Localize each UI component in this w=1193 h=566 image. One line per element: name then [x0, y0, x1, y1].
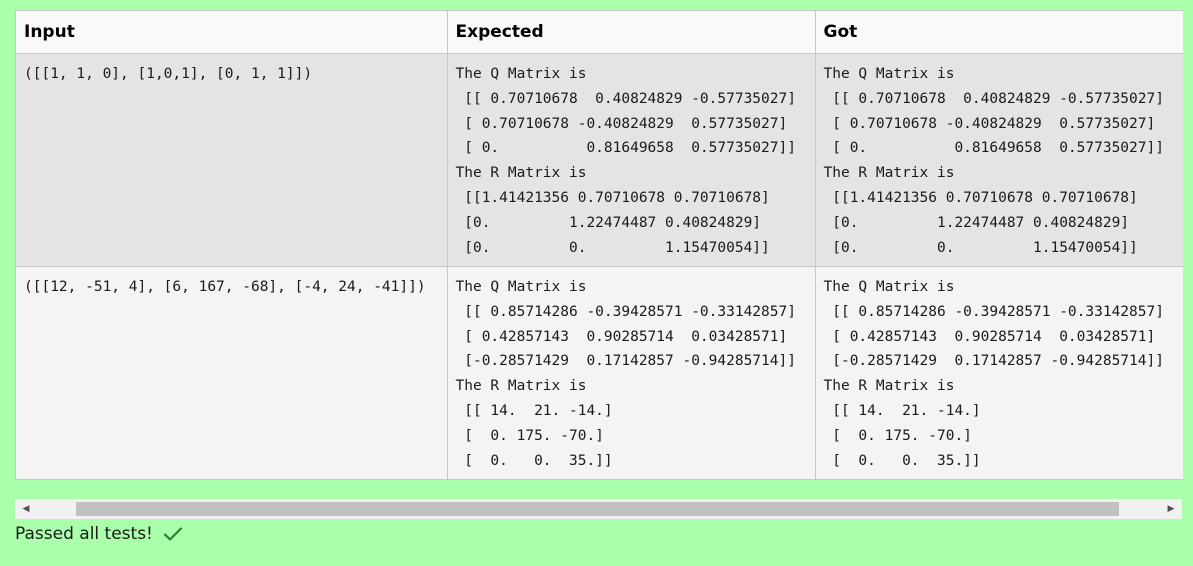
scroll-right-arrow-icon[interactable]: ▶	[1162, 499, 1180, 519]
scrollbar-thumb[interactable]	[76, 502, 1119, 516]
check-icon	[163, 526, 183, 542]
results-table-container: Input Expected Got ([[1, 1, 0], [1,0,1],…	[15, 10, 1183, 481]
cell-expected: The Q Matrix is [[ 0.85714286 -0.3942857…	[447, 266, 816, 480]
cell-got: The Q Matrix is [[ 0.85714286 -0.3942857…	[815, 266, 1183, 480]
cell-input: ([[1, 1, 0], [1,0,1], [0, 1, 1]])	[16, 53, 448, 267]
header-input: Input	[16, 10, 448, 54]
test-status: Passed all tests!	[15, 522, 183, 546]
table-row: ([[1, 1, 0], [1,0,1], [0, 1, 1]]) The Q …	[16, 53, 1183, 267]
cell-expected: The Q Matrix is [[ 0.70710678 0.40824829…	[447, 53, 816, 267]
header-expected: Expected	[447, 10, 816, 54]
header-got: Got	[815, 10, 1183, 54]
table-row: ([[12, -51, 4], [6, 167, -68], [-4, 24, …	[16, 266, 1183, 480]
cell-got: The Q Matrix is [[ 0.70710678 0.40824829…	[815, 53, 1183, 267]
status-message: Passed all tests!	[15, 524, 153, 544]
table-header-row: Input Expected Got	[16, 10, 1183, 54]
cell-input: ([[12, -51, 4], [6, 167, -68], [-4, 24, …	[16, 266, 448, 480]
results-table: Input Expected Got ([[1, 1, 0], [1,0,1],…	[16, 10, 1183, 480]
scroll-left-arrow-icon[interactable]: ◀	[17, 499, 35, 519]
horizontal-scrollbar[interactable]: ◀ ▶	[15, 499, 1182, 519]
